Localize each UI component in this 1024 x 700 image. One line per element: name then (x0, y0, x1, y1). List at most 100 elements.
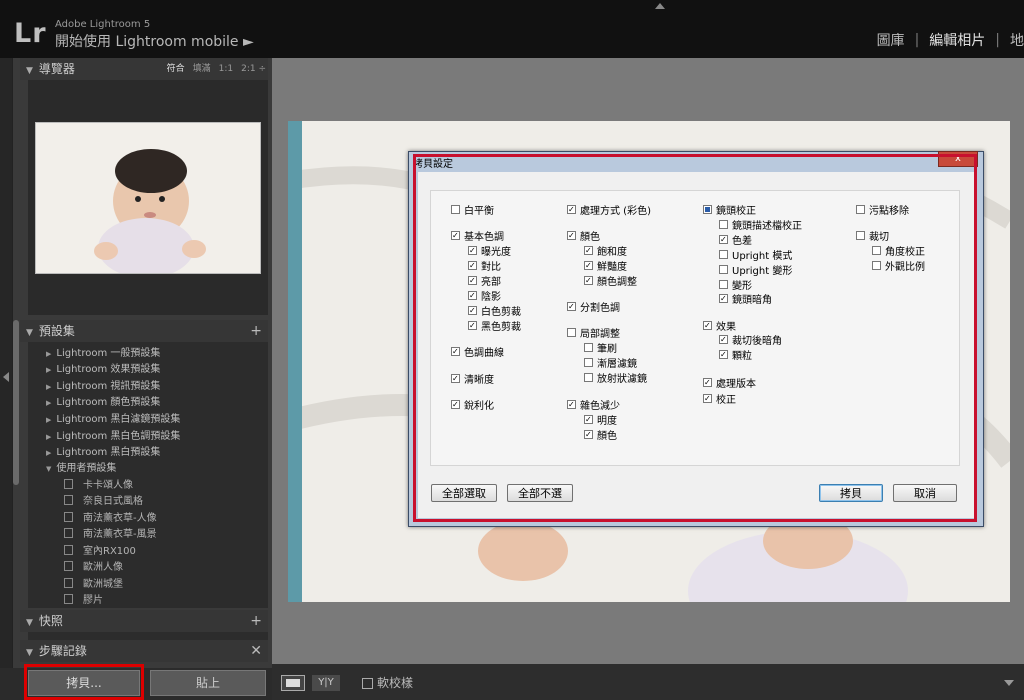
presets-header[interactable]: ▼ 預設集 + (20, 320, 268, 342)
history-header[interactable]: ▼ 步驟記錄 ✕ (20, 640, 268, 662)
checkbox-lens-vignetting[interactable]: 鏡頭暗角 (719, 291, 772, 306)
checkbox-upright-transforms[interactable]: Upright 變形 (719, 262, 792, 277)
user-preset-item[interactable]: 室內RX100 (64, 542, 136, 558)
user-preset-item[interactable]: 卡卡頌人像 (64, 476, 133, 492)
checkbox-white-balance[interactable]: 白平衡 (451, 202, 494, 217)
checkbox-noise-reduction[interactable]: 雜色減少 (567, 397, 620, 412)
user-preset-item[interactable]: 奈良日式風格 (64, 492, 143, 508)
add-snapshot-plus-icon[interactable]: + (250, 610, 262, 632)
dialog-copy-button[interactable]: 拷貝 (819, 484, 883, 502)
checkbox-exposure[interactable]: 曝光度 (468, 243, 511, 258)
loupe-view-button[interactable] (281, 675, 305, 691)
add-preset-plus-icon[interactable]: + (250, 320, 262, 342)
checkbox-process-version[interactable]: 處理版本 (703, 375, 756, 390)
checkbox-chromatic-aberration[interactable]: 色差 (719, 232, 752, 247)
checkbox-effects[interactable]: 效果 (703, 318, 736, 333)
navigator-photo-thumbnail[interactable] (35, 122, 261, 274)
checkbox-vibrance[interactable]: 鮮豔度 (584, 258, 627, 273)
checkbox-box (719, 219, 728, 229)
user-preset-item[interactable]: 南法薰衣草-人像 (64, 509, 157, 525)
zoom-fit[interactable]: 符合 (167, 58, 185, 80)
checkbox-aspect-ratio[interactable]: 外觀比例 (872, 258, 925, 273)
module-develop[interactable]: 編輯相片 (929, 30, 985, 50)
checkbox-brush[interactable]: 筆刷 (584, 340, 617, 355)
snapshots-header[interactable]: ▼ 快照 + (20, 610, 268, 632)
checkbox-basic-tone[interactable]: 基本色調 (451, 228, 504, 243)
checkbox-upright-mode[interactable]: Upright 模式 (719, 247, 792, 262)
collapse-left-panel-arrow-icon[interactable] (3, 372, 9, 382)
module-map[interactable]: 地 (1010, 30, 1024, 50)
preset-group[interactable]: ▶ Lightroom 顏色預設集 (46, 393, 160, 409)
user-preset-item[interactable]: 南法薰衣草-風景 (64, 525, 157, 541)
checkbox-grain[interactable]: 顆粒 (719, 347, 752, 362)
user-preset-item[interactable]: 歐洲城堡 (64, 575, 123, 591)
checkbox-tone-curve[interactable]: 色調曲線 (451, 344, 504, 359)
checkbox-white-clip[interactable]: 白色剪裁 (468, 303, 521, 318)
checkbox-box (584, 275, 593, 285)
checkbox-radial-filter[interactable]: 放射狀濾鏡 (584, 370, 647, 385)
navigator-header[interactable]: ▼ 導覽器 符合 填滿 1:1 2:1 ÷ (20, 58, 268, 80)
baby-photo-thumbnail (36, 123, 260, 273)
dialog-cancel-button[interactable]: 取消 (893, 484, 957, 502)
checkbox-box (584, 372, 593, 382)
preset-group[interactable]: ▶ Lightroom 一般預設集 (46, 344, 160, 360)
user-preset-label: 歐洲城堡 (83, 579, 123, 590)
preset-group[interactable]: ▶ Lightroom 黑白預設集 (46, 443, 160, 459)
checkbox-spot-removal[interactable]: 污點移除 (856, 202, 909, 217)
checkbox-label: 雜色減少 (580, 400, 620, 412)
checkbox-box (468, 275, 477, 285)
left-panel-scrollbar[interactable] (13, 320, 19, 485)
soft-proof-checkbox[interactable] (362, 678, 373, 689)
checkbox-saturation[interactable]: 飽和度 (584, 243, 627, 258)
checkbox-label: 鮮豔度 (597, 261, 627, 273)
checkbox-color-adjustments[interactable]: 顏色調整 (584, 273, 637, 288)
zoom-2-1[interactable]: 2:1 ÷ (241, 58, 266, 80)
preset-group[interactable]: ▶ Lightroom 效果預設集 (46, 360, 160, 376)
module-library[interactable]: 圖庫 (877, 30, 905, 50)
user-preset-label: 歐洲人像 (83, 562, 123, 573)
checkbox-graduated-filter[interactable]: 漸層濾鏡 (584, 355, 637, 370)
select-none-button[interactable]: 全部不選 (507, 484, 573, 502)
checkbox-luminance[interactable]: 明度 (584, 412, 617, 427)
left-panel-edge (0, 58, 12, 668)
checkbox-split-toning[interactable]: 分割色調 (567, 299, 620, 314)
checkbox-lens-profile[interactable]: 鏡頭描述檔校正 (719, 217, 802, 232)
zoom-fill[interactable]: 填滿 (193, 58, 211, 80)
checkbox-highlights[interactable]: 亮部 (468, 273, 501, 288)
checkbox-transform[interactable]: 變形 (719, 277, 752, 292)
checkbox-noise-color[interactable]: 顏色 (584, 427, 617, 442)
checkbox-color[interactable]: 顏色 (567, 228, 600, 243)
checkbox-post-crop-vignetting[interactable]: 裁切後暗角 (719, 332, 782, 347)
before-after-button[interactable]: Y|Y (312, 675, 340, 691)
checkbox-calibration[interactable]: 校正 (703, 391, 736, 406)
user-preset-item[interactable]: 膠片 (64, 591, 103, 607)
checkbox-black-clip[interactable]: 黑色剪裁 (468, 318, 521, 333)
checkbox-treatment[interactable]: 處理方式 (彩色) (567, 202, 651, 217)
checkbox-clarity[interactable]: 清晰度 (451, 371, 494, 386)
paste-settings-button[interactable]: 貼上 (150, 670, 266, 696)
checkbox-sharpening[interactable]: 銳利化 (451, 397, 494, 412)
checkbox-box (703, 320, 712, 330)
preset-group[interactable]: ▶ Lightroom 黑白色調預設集 (46, 427, 180, 443)
user-preset-label: 室內RX100 (83, 546, 136, 557)
lightroom-mobile-link[interactable]: 開始使用 Lightroom mobile ► (55, 31, 254, 51)
checkbox-lens-corrections[interactable]: 鏡頭校正 (703, 202, 756, 217)
collapse-top-panel-arrow-icon[interactable] (655, 3, 665, 9)
select-all-button[interactable]: 全部選取 (431, 484, 497, 502)
expand-triangle-icon: ▶ (46, 433, 52, 441)
expand-triangle-icon: ▶ (46, 416, 52, 424)
user-preset-item[interactable]: 歐洲人像 (64, 558, 123, 574)
clear-history-x-icon[interactable]: ✕ (250, 640, 262, 662)
checkbox-shadows[interactable]: 陰影 (468, 288, 501, 303)
preset-group-user[interactable]: ▼ 使用者預設集 (46, 459, 116, 475)
checkbox-label: 清晰度 (464, 374, 494, 386)
checkbox-crop[interactable]: 裁切 (856, 228, 889, 243)
preset-group[interactable]: ▶ Lightroom 視訊預設集 (46, 377, 160, 393)
checkbox-local-adjustments[interactable]: 局部調整 (567, 325, 620, 340)
toolbar-options-chevron-down-icon[interactable] (1004, 680, 1014, 686)
checkbox-straighten-angle[interactable]: 角度校正 (872, 243, 925, 258)
preset-group[interactable]: ▶ Lightroom 黑白濾鏡預設集 (46, 410, 180, 426)
checkbox-contrast[interactable]: 對比 (468, 258, 501, 273)
zoom-1-1[interactable]: 1:1 (219, 58, 233, 80)
preset-group-label: Lightroom 一般預設集 (56, 348, 161, 359)
